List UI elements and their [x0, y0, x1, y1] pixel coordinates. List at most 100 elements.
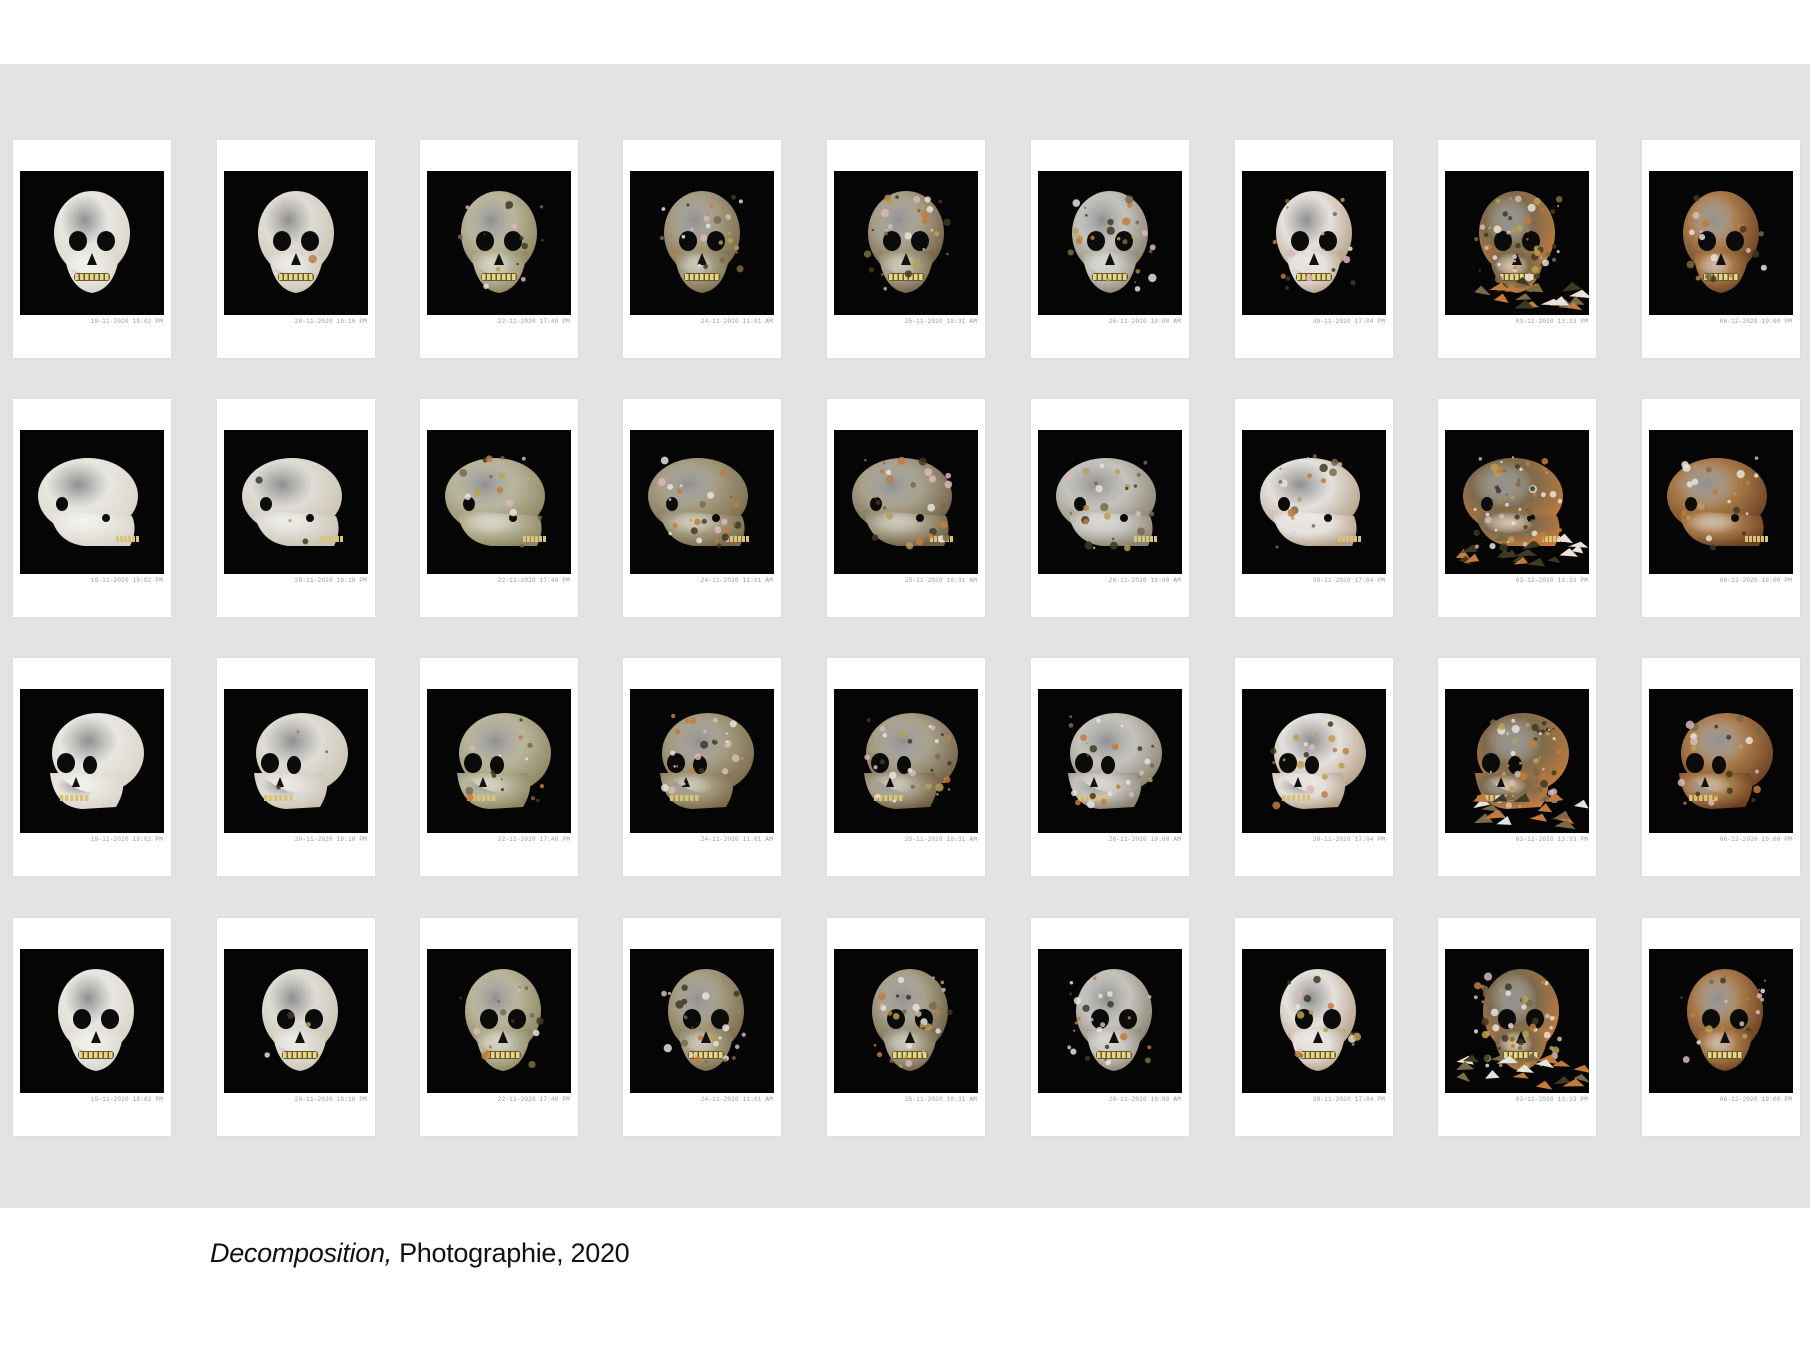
skull-photo: [1445, 689, 1589, 833]
photo-card: 20-11-2020 19:10 PM: [217, 399, 375, 617]
photo-timestamp: 19-11-2020 19:02 PM: [90, 836, 163, 843]
skull-photo: [1242, 689, 1386, 833]
skull-image: [224, 949, 368, 1093]
skull-photo: [834, 949, 978, 1093]
photo-card: 24-11-2020 11:01 AM: [623, 658, 781, 876]
photo-card: 30-11-2020 17:04 PM: [1235, 399, 1393, 617]
photo-timestamp: 25-11-2020 10:31 AM: [904, 1096, 977, 1103]
photo-card: 25-11-2020 10:31 AM: [827, 658, 985, 876]
skull-image: [1445, 430, 1589, 574]
skull-image: [427, 689, 571, 833]
photo-card: 24-11-2020 11:01 AM: [623, 399, 781, 617]
photo-timestamp: 20-11-2020 19:10 PM: [294, 836, 367, 843]
photo-timestamp: 30-11-2020 17:04 PM: [1312, 836, 1385, 843]
photo-card: 24-11-2020 11:01 AM: [623, 140, 781, 358]
caption-title: Decomposition,: [210, 1238, 392, 1268]
photo-card: 30-11-2020 17:04 PM: [1235, 918, 1393, 1136]
caption: Decomposition, Photographie, 2020: [210, 1238, 630, 1269]
skull-image: [224, 430, 368, 574]
photo-timestamp: 06-12-2020 19:00 PM: [1719, 318, 1792, 325]
photo-timestamp: 06-12-2020 19:00 PM: [1719, 836, 1792, 843]
skull-photo: [20, 689, 164, 833]
skull-photo: [20, 171, 164, 315]
skull-image: [630, 430, 774, 574]
photo-card: 03-12-2020 13:33 PM: [1438, 918, 1596, 1136]
photo-timestamp: 22-11-2020 17:40 PM: [497, 1096, 570, 1103]
skull-photo: [1649, 171, 1793, 315]
photo-timestamp: 22-11-2020 17:40 PM: [497, 836, 570, 843]
skull-photo: [224, 949, 368, 1093]
skull-photo: [834, 430, 978, 574]
skull-image: [1649, 171, 1793, 315]
skull-photo: [630, 689, 774, 833]
photo-timestamp: 19-11-2020 19:02 PM: [90, 1096, 163, 1103]
skull-photo: [224, 171, 368, 315]
photo-timestamp: 24-11-2020 11:01 AM: [700, 577, 773, 584]
photo-card: 26-11-2020 10:00 AM: [1031, 140, 1189, 358]
photo-card: 20-11-2020 19:10 PM: [217, 140, 375, 358]
photo-timestamp: 30-11-2020 17:04 PM: [1312, 577, 1385, 584]
skull-photo: [630, 430, 774, 574]
skull-photo: [1038, 430, 1182, 574]
skull-image: [1242, 949, 1386, 1093]
photo-timestamp: 20-11-2020 19:10 PM: [294, 577, 367, 584]
skull-photo: [1242, 430, 1386, 574]
photo-timestamp: 30-11-2020 17:04 PM: [1312, 318, 1385, 325]
photo-timestamp: 26-11-2020 10:00 AM: [1108, 1096, 1181, 1103]
photo-card: 25-11-2020 10:31 AM: [827, 140, 985, 358]
photo-timestamp: 06-12-2020 19:00 PM: [1719, 577, 1792, 584]
photo-timestamp: 20-11-2020 19:10 PM: [294, 318, 367, 325]
photo-timestamp: 25-11-2020 10:31 AM: [904, 318, 977, 325]
skull-image: [630, 949, 774, 1093]
photo-card: 06-12-2020 19:00 PM: [1642, 918, 1800, 1136]
photo-card: 30-11-2020 17:04 PM: [1235, 658, 1393, 876]
skull-image: [20, 949, 164, 1093]
skull-image: [630, 171, 774, 315]
skull-photo: [427, 949, 571, 1093]
skull-image: [1649, 949, 1793, 1093]
photo-timestamp: 24-11-2020 11:01 AM: [700, 318, 773, 325]
photo-card: 03-12-2020 13:33 PM: [1438, 399, 1596, 617]
skull-photo: [1242, 949, 1386, 1093]
photo-timestamp: 19-11-2020 19:02 PM: [90, 318, 163, 325]
skull-photo: [1445, 171, 1589, 315]
skull-photo: [834, 689, 978, 833]
skull-photo: [427, 430, 571, 574]
skull-photo: [1445, 430, 1589, 574]
skull-photo: [1445, 949, 1589, 1093]
photo-card: 19-11-2020 19:02 PM: [13, 658, 171, 876]
photo-timestamp: 26-11-2020 10:00 AM: [1108, 577, 1181, 584]
skull-image: [20, 430, 164, 574]
photo-timestamp: 30-11-2020 17:04 PM: [1312, 1096, 1385, 1103]
skull-image: [224, 689, 368, 833]
skull-image: [1038, 949, 1182, 1093]
photo-timestamp: 19-11-2020 19:02 PM: [90, 577, 163, 584]
photo-timestamp: 26-11-2020 10:00 AM: [1108, 836, 1181, 843]
photo-timestamp: 06-12-2020 19:00 PM: [1719, 1096, 1792, 1103]
photo-card: 22-11-2020 17:40 PM: [420, 658, 578, 876]
photo-card: 20-11-2020 19:10 PM: [217, 658, 375, 876]
photo-timestamp: 25-11-2020 10:31 AM: [904, 836, 977, 843]
photo-card: 26-11-2020 10:00 AM: [1031, 399, 1189, 617]
photo-timestamp: 03-12-2020 13:33 PM: [1515, 577, 1588, 584]
photo-card: 22-11-2020 17:40 PM: [420, 140, 578, 358]
photo-card: 25-11-2020 10:31 AM: [827, 399, 985, 617]
skull-photo: [630, 949, 774, 1093]
photo-card: 26-11-2020 10:00 AM: [1031, 918, 1189, 1136]
skull-image: [834, 171, 978, 315]
photo-card: 06-12-2020 19:00 PM: [1642, 399, 1800, 617]
photo-timestamp: 26-11-2020 10:00 AM: [1108, 318, 1181, 325]
skull-photo: [224, 430, 368, 574]
skull-photo: [1038, 171, 1182, 315]
caption-details: Photographie, 2020: [391, 1238, 630, 1268]
skull-photo: [1242, 171, 1386, 315]
photo-card: 06-12-2020 19:00 PM: [1642, 140, 1800, 358]
photo-card: 22-11-2020 17:40 PM: [420, 399, 578, 617]
photo-card: 20-11-2020 19:10 PM: [217, 918, 375, 1136]
skull-image: [1445, 689, 1589, 833]
skull-image: [834, 430, 978, 574]
skull-image: [427, 171, 571, 315]
skull-photo: [1649, 689, 1793, 833]
skull-image: [1445, 949, 1589, 1093]
skull-image: [1038, 689, 1182, 833]
